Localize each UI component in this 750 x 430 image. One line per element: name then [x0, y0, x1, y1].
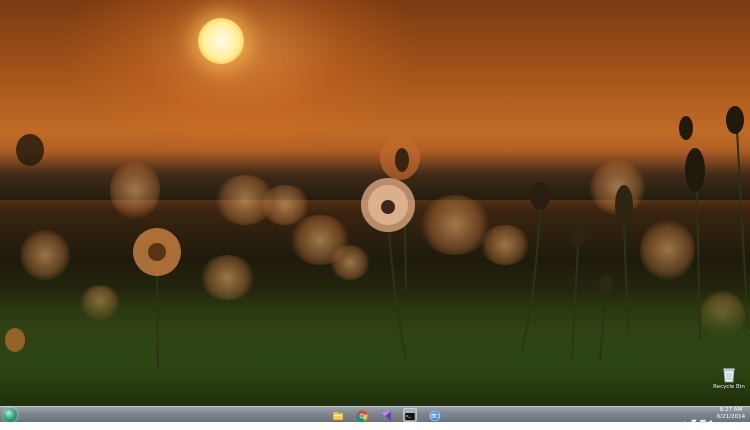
- flag-icon[interactable]: [691, 411, 697, 426]
- clock[interactable]: 8:27 AM 6/21/2014: [714, 407, 748, 421]
- chrome-icon[interactable]: [355, 408, 369, 422]
- start-orb-icon[interactable]: [3, 408, 17, 422]
- visual-studio-icon[interactable]: [379, 408, 393, 422]
- dandelion-stems: [5, 106, 749, 371]
- command-prompt-icon[interactable]: [403, 408, 417, 422]
- recycle-bin-label: Recycle Bin: [713, 384, 745, 390]
- clock-date: 6/21/2014: [716, 414, 746, 420]
- clock-time: 8:27 AM: [719, 407, 743, 413]
- recycle-bin-icon: [722, 367, 736, 383]
- recycle-bin-shortcut[interactable]: Recycle Bin: [712, 367, 746, 390]
- taskbar: 8:27 AM 6/21/2014: [0, 406, 750, 426]
- network-icon[interactable]: [700, 411, 706, 426]
- globe-icon[interactable]: [428, 408, 442, 422]
- show-hidden-icons-icon[interactable]: [682, 411, 688, 424]
- desktop-wallpaper: Recycle Bin: [0, 0, 750, 406]
- file-explorer-icon[interactable]: [331, 408, 345, 422]
